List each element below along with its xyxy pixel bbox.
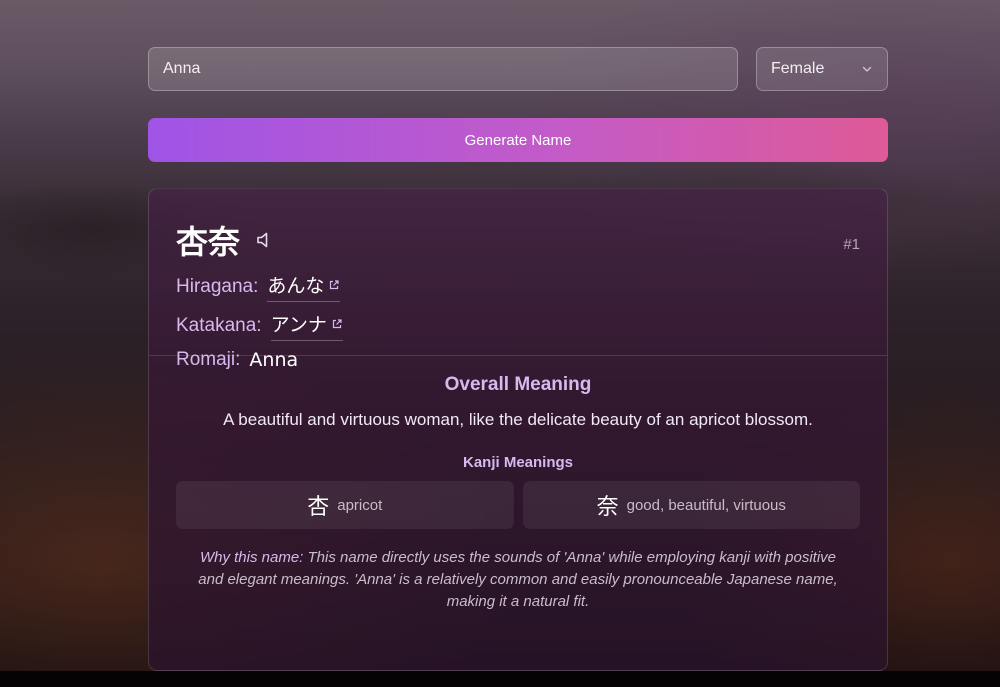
meaning-section: Overall Meaning A beautiful and virtuous…: [149, 356, 887, 613]
kanji-character: 奈: [596, 495, 619, 520]
name-generator: Female Generate Name 杏奈 #1 Hiragana: あんな: [148, 47, 888, 671]
name-kanji: 杏奈: [176, 223, 241, 261]
generate-name-button[interactable]: Generate Name: [148, 118, 888, 162]
result-card: 杏奈 #1 Hiragana: あんな Katakana: アンナ Romaji…: [148, 188, 888, 671]
result-index: #1: [843, 236, 860, 253]
kanji-character: 杏: [307, 495, 330, 520]
hiragana-link[interactable]: あんな: [267, 271, 341, 302]
input-row: Female: [148, 47, 888, 91]
kanji-meanings-title: Kanji Meanings: [462, 454, 574, 471]
katakana-link[interactable]: アンナ: [270, 310, 343, 341]
speaker-icon[interactable]: [254, 229, 276, 251]
external-link-icon: [332, 318, 342, 328]
romaji-value: Anna: [249, 349, 299, 371]
result-header: 杏奈 #1 Hiragana: あんな Katakana: アンナ Romaji…: [149, 189, 887, 371]
katakana-label: Katakana:: [176, 314, 262, 336]
katakana-row: Katakana: アンナ: [176, 310, 860, 341]
gender-select-value: Female: [771, 60, 825, 77]
external-link-icon: [330, 279, 340, 289]
hiragana-row: Hiragana: あんな: [176, 271, 860, 302]
kanji-meanings-list: 杏 apricot 奈 good, beautiful, virtuous: [176, 481, 860, 529]
romaji-label: Romaji:: [176, 349, 241, 370]
overall-meaning-text: A beautiful and virtuous woman, like the…: [223, 410, 813, 429]
romaji-row: Romaji: Anna: [176, 349, 860, 371]
kanji-meaning: good, beautiful, virtuous: [626, 496, 786, 514]
why-label: Why this name:: [199, 549, 304, 566]
name-input[interactable]: [148, 47, 738, 91]
overall-meaning-title: Overall Meaning: [444, 374, 592, 395]
why-this-name: Why this name: This name directly uses t…: [188, 547, 848, 613]
kanji-row: 杏奈: [176, 217, 860, 263]
bottom-edge: [0, 671, 1000, 687]
kanji-meaning-item: 杏 apricot: [176, 481, 514, 529]
chevron-down-icon: [862, 66, 872, 72]
gender-select[interactable]: Female: [756, 47, 888, 91]
kanji-meaning-item: 奈 good, beautiful, virtuous: [522, 481, 860, 529]
katakana-value: アンナ: [270, 314, 327, 336]
hiragana-label: Hiragana:: [176, 275, 259, 297]
hiragana-value: あんな: [267, 275, 325, 297]
kanji-meaning: apricot: [337, 496, 383, 514]
